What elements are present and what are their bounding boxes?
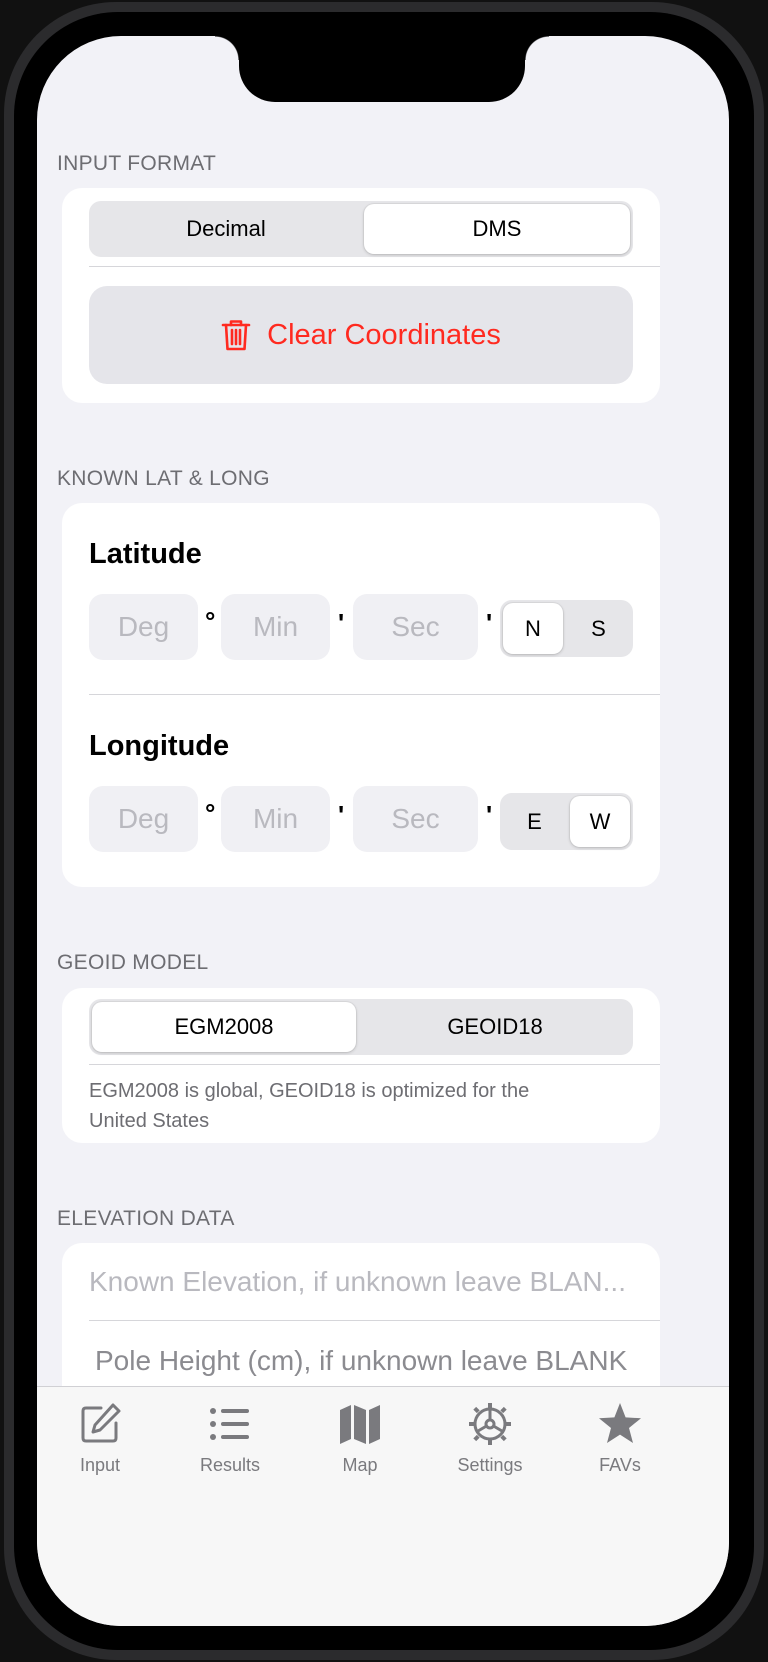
- divider: [89, 1064, 660, 1065]
- divider: [89, 266, 660, 267]
- tab-favs-label: FAVs: [599, 1455, 641, 1475]
- trash-icon: [221, 320, 251, 351]
- second-mark: ': [486, 800, 493, 830]
- hemisphere-w[interactable]: W: [570, 796, 630, 847]
- hemisphere-n[interactable]: N: [503, 603, 563, 654]
- pole-height-input[interactable]: Pole Height (cm), if unknown leave BLANK: [95, 1345, 655, 1377]
- tab-results[interactable]: Results: [170, 1401, 290, 1476]
- geoid-model-note: EGM2008 is global, GEOID18 is optimized …: [89, 1080, 530, 1132]
- latitude-title: Latitude: [89, 538, 202, 570]
- tab-input-label: Input: [79, 1455, 121, 1475]
- gear-icon: [469, 1403, 511, 1445]
- tab-input[interactable]: Input: [40, 1401, 160, 1476]
- segment-geoid18[interactable]: GEOID18: [360, 1002, 630, 1052]
- degree-mark: °: [205, 606, 216, 636]
- latitude-sec-input[interactable]: Sec: [353, 594, 478, 660]
- longitude-min-input[interactable]: Min: [221, 786, 330, 852]
- clear-coordinates-label: Clear Coordinates: [267, 318, 501, 351]
- minute-mark: ': [338, 800, 345, 830]
- tab-map-label: Map: [342, 1455, 378, 1475]
- geoid-model-segmented-control: EGM2008 GEOID18: [89, 999, 633, 1055]
- tab-settings[interactable]: Settings: [430, 1401, 550, 1476]
- tab-results-label: Results: [199, 1455, 261, 1475]
- degree-mark: °: [205, 798, 216, 828]
- known-elevation-input[interactable]: Known Elevation, if unknown leave BLAN..…: [89, 1266, 649, 1298]
- divider: [89, 694, 660, 695]
- tab-map[interactable]: Map: [300, 1401, 420, 1476]
- latitude-deg-input[interactable]: Deg: [89, 594, 198, 660]
- second-mark: ': [486, 608, 493, 638]
- tab-settings-label: Settings: [457, 1455, 523, 1475]
- longitude-hemisphere-control: E W: [500, 793, 633, 850]
- latitude-min-input[interactable]: Min: [221, 594, 330, 660]
- compose-icon: [81, 1403, 121, 1443]
- list-icon: [210, 1408, 249, 1440]
- geoid-model-header: GEOID MODEL: [57, 951, 209, 974]
- hemisphere-e[interactable]: E: [503, 796, 566, 847]
- elevation-data-header: ELEVATION DATA: [57, 1207, 235, 1230]
- latitude-hemisphere-control: N S: [500, 600, 633, 657]
- clear-coordinates-button[interactable]: Clear Coordinates: [89, 286, 633, 384]
- tab-favs[interactable]: FAVs: [560, 1401, 680, 1476]
- known-lat-long-header: KNOWN LAT & LONG: [57, 467, 270, 490]
- input-format-header: INPUT FORMAT: [57, 152, 217, 175]
- longitude-deg-input[interactable]: Deg: [89, 786, 198, 852]
- tab-bar: Input Results Map Settings FAVs: [37, 1386, 729, 1626]
- divider: [89, 1320, 660, 1321]
- map-icon: [340, 1405, 380, 1444]
- segment-egm2008[interactable]: EGM2008: [92, 1002, 356, 1052]
- device-notch: [215, 36, 549, 102]
- hemisphere-s[interactable]: S: [567, 603, 630, 654]
- input-format-segmented-control: Decimal DMS: [89, 201, 633, 257]
- longitude-title: Longitude: [89, 730, 230, 762]
- longitude-sec-input[interactable]: Sec: [353, 786, 478, 852]
- star-icon: [599, 1403, 641, 1443]
- segment-dms[interactable]: DMS: [364, 204, 630, 254]
- segment-decimal[interactable]: Decimal: [92, 204, 360, 254]
- minute-mark: ': [338, 608, 345, 638]
